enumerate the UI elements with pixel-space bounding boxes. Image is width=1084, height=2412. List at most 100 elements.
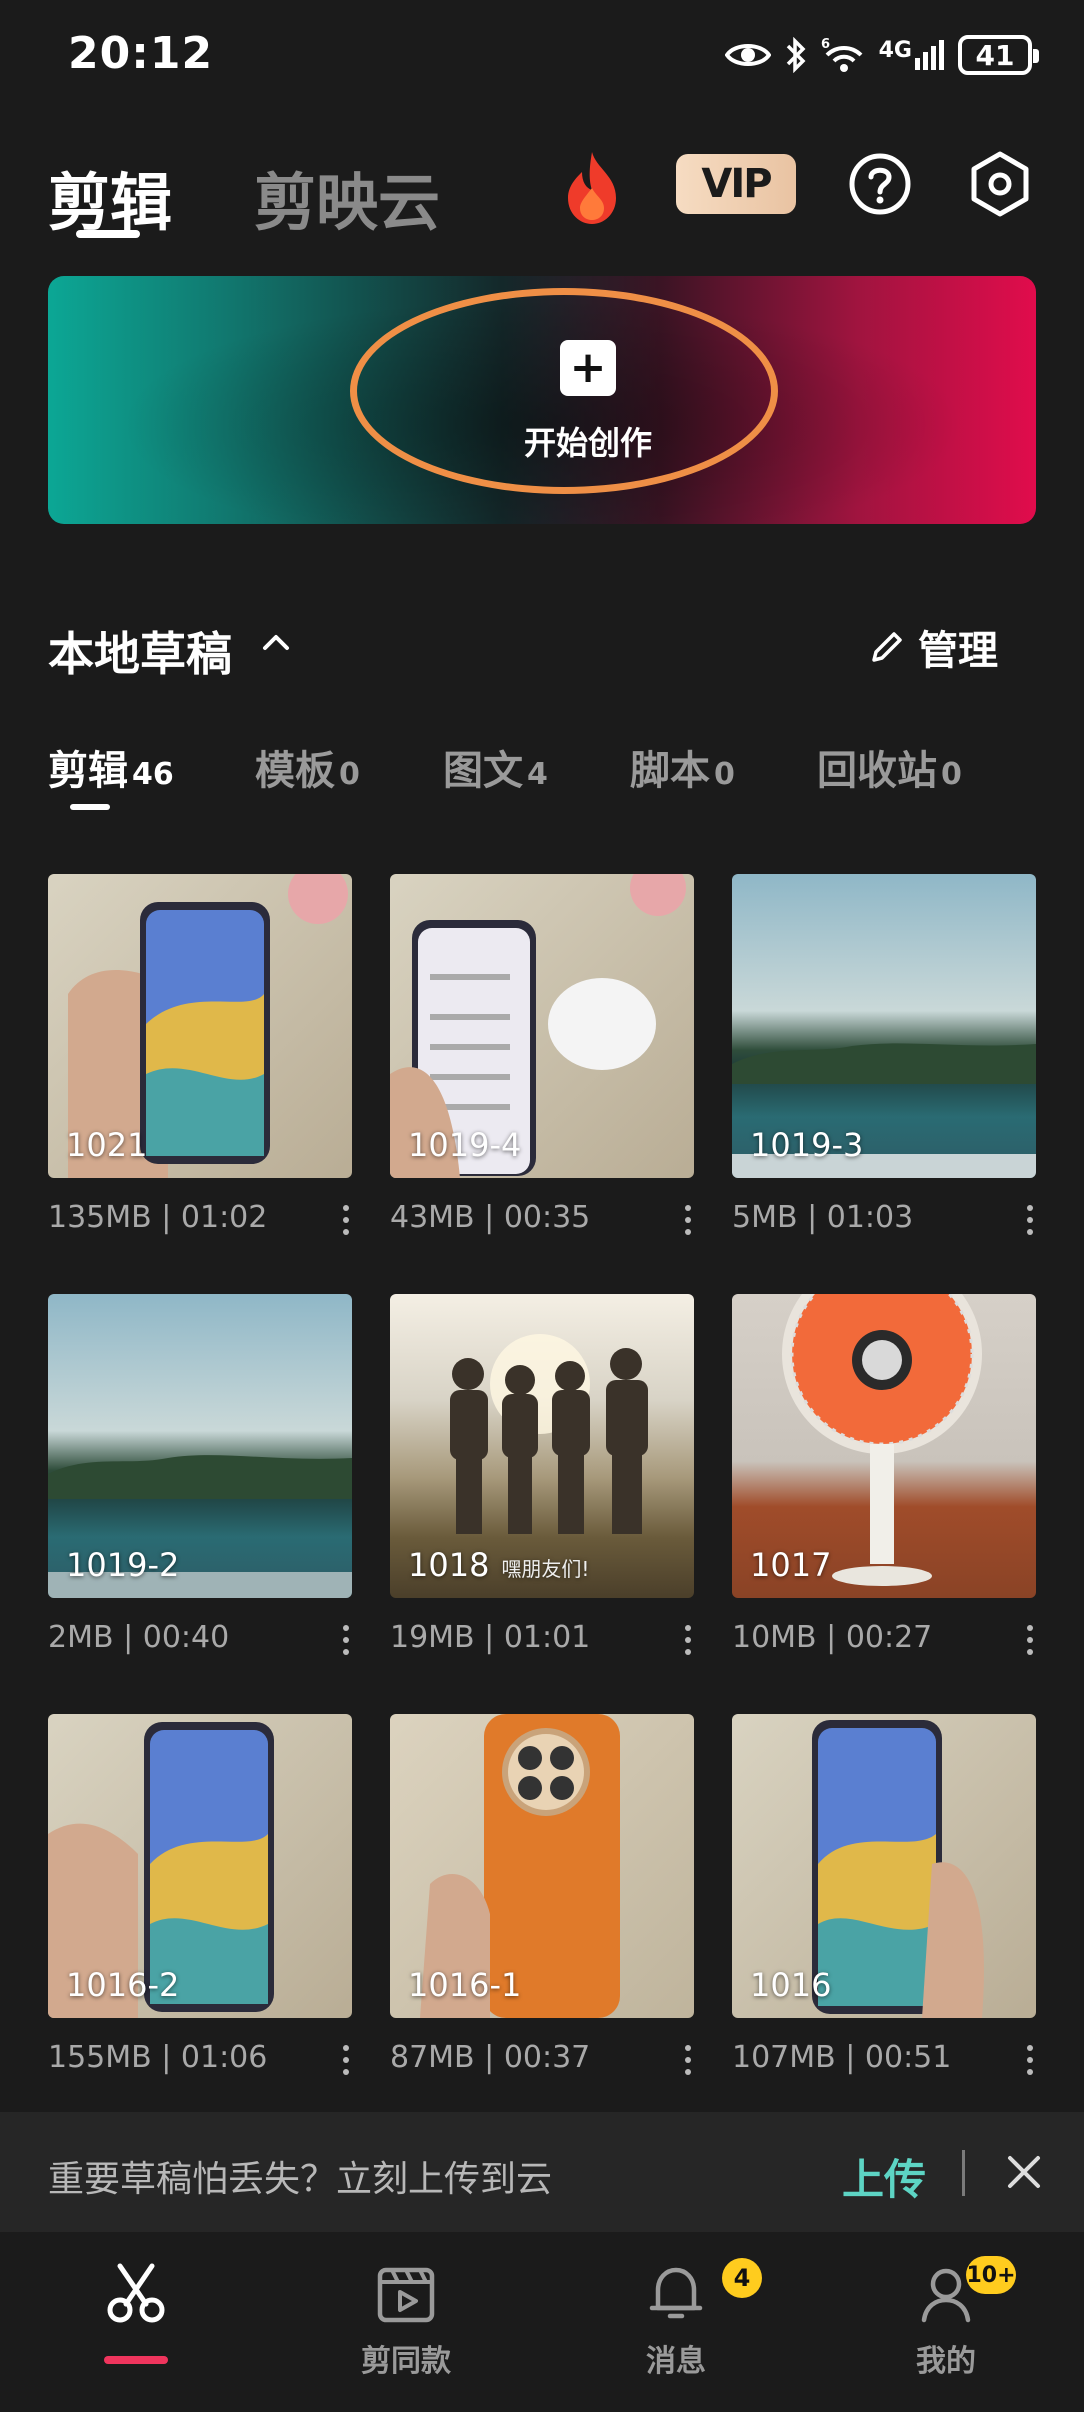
tab-edit[interactable]: 剪辑 [48,152,172,242]
draft-meta: 10MB | 00:27 [732,1620,933,1655]
battery-icon: 41 [958,35,1039,75]
more-icon[interactable] [1024,2044,1036,2076]
nav-label: 消息 [646,2344,706,2379]
filter-tab-edit[interactable]: 剪辑 46 [48,738,174,796]
draft-title: 1019-3 [750,1126,864,1164]
draft-title: 1021 [66,1126,148,1164]
draft-thumbnail[interactable]: 1016 [732,1714,1036,2018]
draft-title: 1017 [750,1546,832,1584]
bluetooth-icon [786,37,806,73]
create-banner[interactable]: + 开始创作 [48,276,1036,524]
filter-tab-label: 脚本 [630,748,710,794]
profile-badge: 10+ [966,2256,1016,2294]
network-label: 4G [878,38,912,63]
draft-meta: 43MB | 00:35 [390,1200,591,1235]
draft-thumbnail[interactable]: 1019-3 [732,874,1036,1178]
start-create-button[interactable]: + 开始创作 [488,340,688,480]
draft-title: 1018 [408,1546,490,1584]
nav-item-edit[interactable] [56,2262,216,2402]
filter-tab-trash[interactable]: 回收站 0 [817,738,962,796]
draft-card[interactable]: 1016 107MB | 00:51 [732,1714,1036,2084]
more-icon[interactable] [340,1204,352,1236]
sim-label: 6 [821,37,830,52]
template-icon [377,2267,435,2323]
draft-thumbnail[interactable]: 1016-1 [390,1714,694,2018]
draft-card[interactable]: 1019-4 43MB | 00:35 [390,874,694,1244]
draft-name: 1017 [750,1546,831,1584]
message-badge: 4 [722,2258,762,2298]
filter-tab-label: 回收站 [817,748,937,794]
more-icon[interactable] [340,1624,352,1656]
upload-button[interactable]: 上传 [842,2146,926,2207]
draft-thumbnail[interactable]: 1021 [48,874,352,1178]
nav-item-messages[interactable]: 消息 4 [596,2258,762,2402]
settings-icon[interactable] [968,150,1032,218]
draft-thumbnail[interactable]: 1019-4 [390,874,694,1178]
draft-thumbnail[interactable]: 1016-2 [48,1714,352,2018]
close-icon[interactable] [1004,2152,1044,2192]
nav-item-template[interactable]: 剪同款 [326,2262,486,2402]
filter-tab-template[interactable]: 模板 0 [255,738,360,796]
filter-tab-graphic[interactable]: 图文 4 [443,738,548,796]
draft-card[interactable]: 1019-2 2MB | 00:40 [48,1294,352,1664]
cloud-upload-prompt: 重要草稿怕丢失？立刻上传到云 上传 [0,2112,1084,2232]
pencil-icon [872,632,902,662]
draft-meta: 19MB | 01:01 [390,1620,591,1655]
nav-label: 剪同款 [361,2344,451,2379]
vip-badge[interactable]: VIP [676,154,796,214]
draft-name: 1019-3 [750,1126,863,1164]
draft-title: 1019-2 [66,1546,180,1584]
drafts-filter-tabs: 剪辑 46 模板 0 图文 4 脚本 0 回收站 0 [0,738,1084,818]
filter-tab-script[interactable]: 脚本 0 [630,738,735,796]
draft-thumbnail[interactable]: 1018 嘿朋友们! [390,1294,694,1598]
draft-title: 1016-2 [66,1966,180,2004]
filter-tab-label: 模板 [255,748,335,794]
draft-name: 1018 嘿朋友们! [408,1546,589,1584]
cell-signal-icon: 4G [879,40,944,70]
draft-meta: 5MB | 01:03 [732,1200,914,1235]
scissors-icon [107,2263,165,2323]
more-icon[interactable] [1024,1624,1036,1656]
plus-icon: + [560,340,616,396]
filter-tab-count: 4 [527,757,548,792]
local-drafts-title[interactable]: 本地草稿 [48,618,232,684]
draft-title: 1016-1 [408,1966,522,2004]
draft-card[interactable]: 1017 10MB | 00:27 [732,1294,1036,1664]
draft-card[interactable]: 1021 135MB | 01:02 [48,874,352,1244]
filter-tab-indicator [70,804,110,810]
filter-tab-count: 46 [132,757,174,792]
manage-button[interactable]: 管理 [868,618,998,676]
draft-thumbnail[interactable]: 1019-2 [48,1294,352,1598]
draft-card[interactable]: 1018 嘿朋友们! 19MB | 01:01 [390,1294,694,1664]
divider [962,2150,965,2196]
wifi-icon: 6 [821,37,863,72]
more-icon[interactable] [682,1624,694,1656]
draft-name: 1016-2 [66,1966,179,2004]
nav-active-indicator [104,2356,168,2364]
help-icon[interactable] [848,152,912,216]
draft-thumbnail[interactable]: 1017 [732,1294,1036,1598]
tab-cloud[interactable]: 剪映云 [254,152,440,242]
filter-tab-count: 0 [339,757,360,792]
draft-title: 1016 [750,1966,832,2004]
nav-item-profile[interactable]: 我的 10+ [866,2256,1026,2402]
draft-meta: 2MB | 00:40 [48,1620,230,1655]
draft-card[interactable]: 1016-1 87MB | 00:37 [390,1714,694,2084]
status-icons: 6 4G 41 [724,30,1039,80]
draft-card[interactable]: 1019-3 5MB | 01:03 [732,874,1036,1244]
draft-card[interactable]: 1016-2 155MB | 01:06 [48,1714,352,2084]
filter-tab-label: 剪辑 [48,748,128,794]
bottom-nav: 剪同款 消息 4 我的 10+ [0,2232,1084,2412]
more-icon[interactable] [1024,1204,1036,1236]
more-icon[interactable] [682,2044,694,2076]
draft-caption: 嘿朋友们! [501,1557,590,1581]
chevron-up-icon[interactable] [262,632,290,652]
more-icon[interactable] [340,2044,352,2076]
eye-icon [724,44,771,66]
draft-meta: 135MB | 01:02 [48,1200,268,1235]
more-icon[interactable] [682,1204,694,1236]
filter-tab-count: 0 [941,757,962,792]
filter-tab-count: 0 [714,757,735,792]
battery-level: 41 [975,38,1015,72]
fire-icon[interactable] [562,150,622,226]
